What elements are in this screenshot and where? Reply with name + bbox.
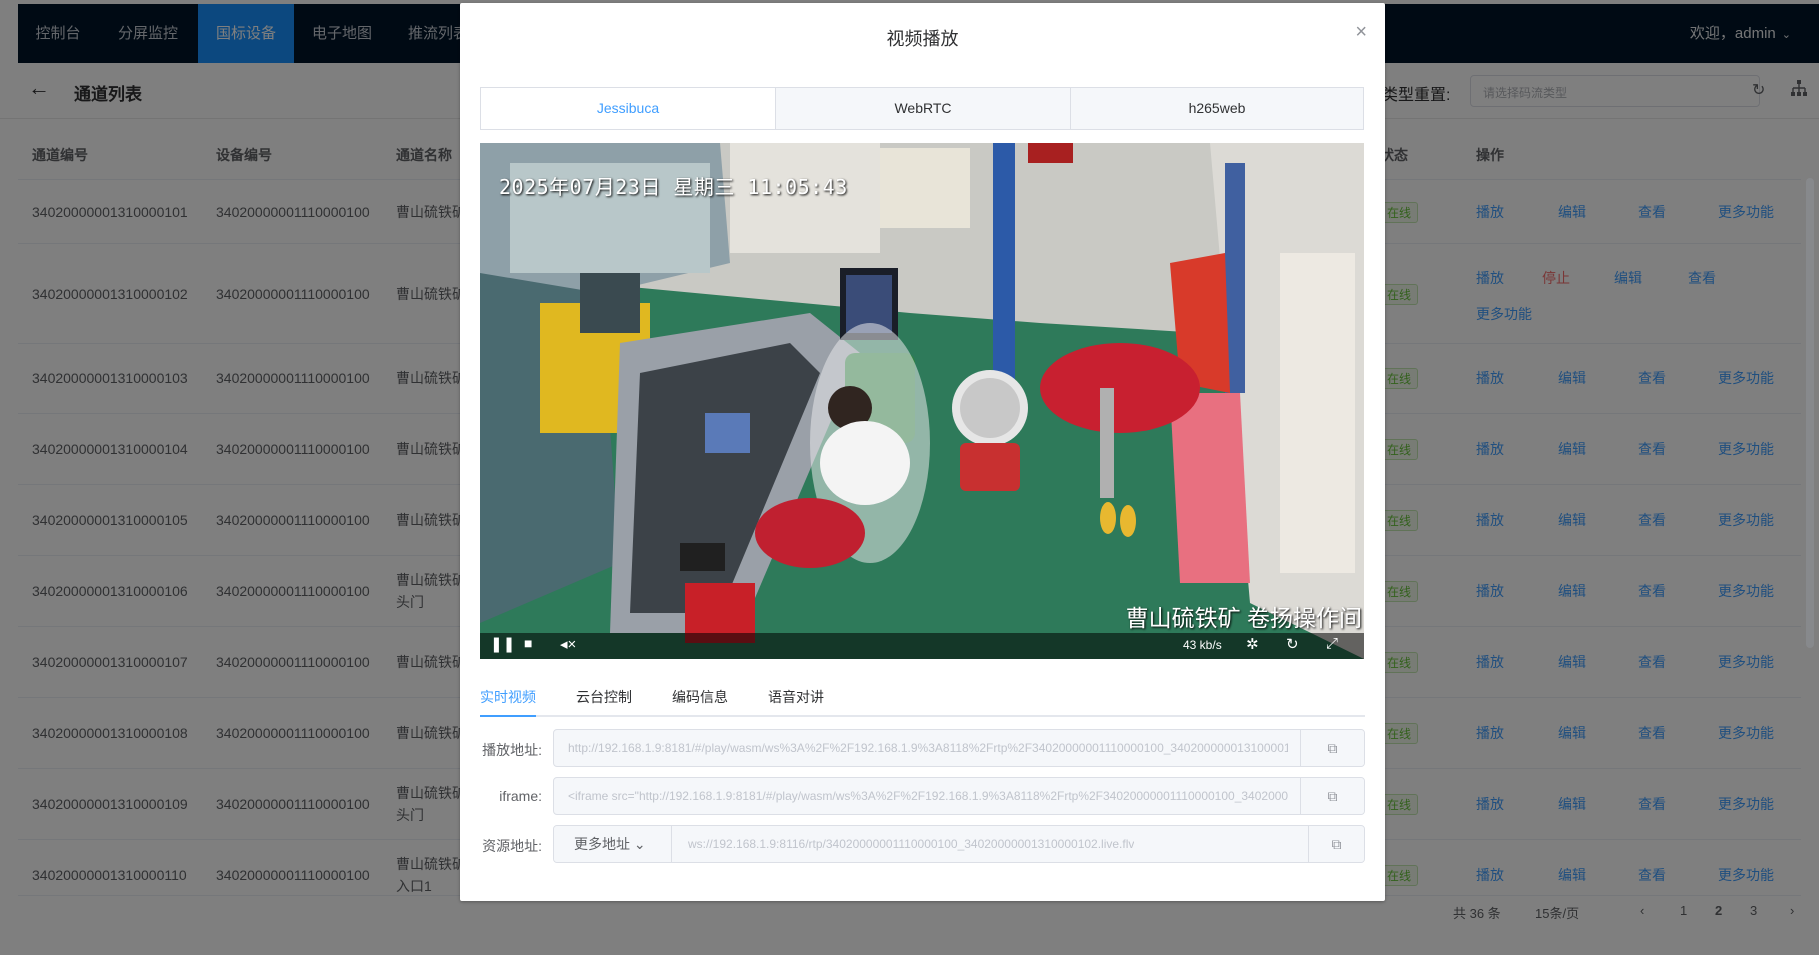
close-icon[interactable]: ×	[1355, 21, 1367, 44]
source-url-value: ws://192.168.1.9:8116/rtp/34020000001110…	[688, 837, 1135, 851]
reload-icon[interactable]: ↻	[1286, 635, 1299, 653]
osd-channel-name: 曹山硫铁矿 卷扬操作间	[1125, 605, 1362, 631]
page-scrollbar[interactable]	[1806, 178, 1814, 648]
copy-icon[interactable]: ⧉	[1308, 826, 1364, 862]
dialog-title: 视频播放	[886, 29, 959, 49]
chevron-down-icon: ⌄	[633, 836, 646, 852]
play-url-field[interactable]: http://192.168.1.9:8181/#/play/wasm/ws%3…	[553, 729, 1365, 767]
osd-timestamp: 2025年07月23日 星期三 11:05:43	[499, 175, 848, 199]
copy-icon[interactable]: ⧉	[1300, 730, 1364, 766]
app-page: 控制台 分屏监控 国标设备 电子地图 推流列表 欢迎，admin⌄ ← 通道列表…	[0, 0, 1819, 955]
tab-h265web[interactable]: h265web	[1070, 88, 1363, 129]
more-urls-label: 更多地址	[574, 836, 630, 852]
tab-webrtc[interactable]: WebRTC	[775, 88, 1070, 129]
settings-icon[interactable]: ✲	[1246, 635, 1259, 653]
video-player[interactable]: 2025年07月23日 星期三 11:05:43 曹山硫铁矿 卷扬操作间 ❚❚ …	[480, 143, 1364, 659]
copy-icon[interactable]: ⧉	[1300, 778, 1364, 814]
tab-voice-talk[interactable]: 语音对讲	[768, 687, 824, 717]
video-frame	[480, 143, 1364, 659]
stop-icon[interactable]: ■	[524, 635, 532, 651]
play-url-value: http://192.168.1.9:8181/#/play/wasm/ws%3…	[568, 741, 1288, 755]
source-url-field[interactable]: 更多地址 ⌄ ws://192.168.1.9:8116/rtp/3402000…	[553, 825, 1365, 863]
tab-ptz-control[interactable]: 云台控制	[576, 687, 632, 717]
info-tabs: 实时视频 云台控制 编码信息 语音对讲	[480, 681, 1365, 717]
iframe-label: iframe:	[499, 788, 542, 804]
fullscreen-icon[interactable]: ⤢	[1326, 635, 1338, 652]
play-url-label: 播放地址:	[482, 742, 542, 758]
player-controls: ❚❚ ■ ◂× 43 kb/s ✲ ↻ ⤢	[480, 633, 1364, 659]
iframe-field[interactable]: <iframe src="http://192.168.1.9:8181/#/p…	[553, 777, 1365, 815]
pause-icon[interactable]: ❚❚	[490, 635, 515, 653]
mute-icon[interactable]: ◂×	[560, 635, 576, 653]
video-play-dialog: 视频播放 × Jessibuca WebRTC h265web 2025年07月…	[460, 3, 1385, 901]
source-url-label: 资源地址:	[482, 838, 542, 854]
iframe-value: <iframe src="http://192.168.1.9:8181/#/p…	[568, 789, 1288, 803]
player-tabs: Jessibuca WebRTC h265web	[480, 87, 1364, 130]
tab-jessibuca[interactable]: Jessibuca	[481, 88, 775, 129]
tab-live-video[interactable]: 实时视频	[480, 687, 536, 717]
bitrate-readout: 43 kb/s	[1183, 638, 1222, 652]
tab-codec-info[interactable]: 编码信息	[672, 687, 728, 717]
more-urls-dropdown[interactable]: 更多地址 ⌄	[554, 826, 672, 862]
